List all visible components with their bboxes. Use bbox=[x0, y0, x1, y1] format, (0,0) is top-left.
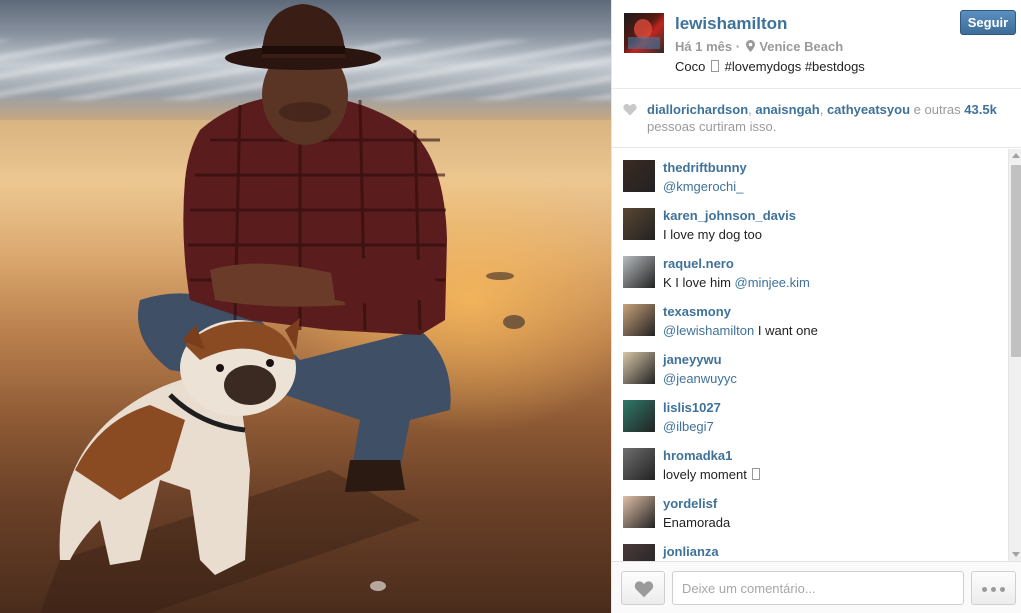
commenter-avatar[interactable] bbox=[623, 496, 655, 528]
commenter-username[interactable]: janeyywu bbox=[663, 352, 722, 367]
heart-icon bbox=[623, 103, 637, 116]
commenter-username[interactable]: yordelisf bbox=[663, 496, 717, 511]
comment-item: jonlianza bbox=[623, 535, 1003, 561]
liker-username[interactable]: cathyeatsyou bbox=[827, 102, 910, 117]
post-time[interactable]: Há 1 mês bbox=[675, 39, 732, 54]
comment-mention[interactable]: @lewishamilton bbox=[663, 323, 754, 338]
liker-username[interactable]: diallorichardson bbox=[647, 102, 748, 117]
emoji-glyph-icon bbox=[710, 60, 719, 72]
likes-text: diallorichardson, anaisngah, cathyeatsyo… bbox=[647, 101, 1015, 135]
comment-mention[interactable]: @kmgerochi_ bbox=[663, 179, 743, 194]
likes-section: diallorichardson, anaisngah, cathyeatsyo… bbox=[612, 88, 1021, 148]
comment-input[interactable] bbox=[672, 571, 964, 605]
scroll-down-arrow-icon[interactable] bbox=[1012, 552, 1020, 557]
scroll-up-arrow-icon[interactable] bbox=[1012, 153, 1020, 158]
commenter-username[interactable]: lislis1027 bbox=[663, 400, 721, 415]
comment-text: @lewishamilton I want one bbox=[663, 323, 818, 338]
post-photo[interactable] bbox=[0, 0, 611, 613]
heart-icon bbox=[634, 581, 654, 598]
commenter-username[interactable]: thedriftbunny bbox=[663, 160, 747, 175]
scrollbar-thumb[interactable] bbox=[1011, 165, 1021, 357]
ellipsis-dot bbox=[982, 587, 987, 592]
comment-text: @jeanwuyyc bbox=[663, 371, 737, 386]
author-avatar[interactable] bbox=[624, 13, 664, 53]
comment-footer bbox=[612, 561, 1021, 613]
commenter-avatar[interactable] bbox=[623, 352, 655, 384]
likes-count[interactable]: 43.5k bbox=[964, 102, 997, 117]
comment-item: raquel.nero K I love him @minjee.kim bbox=[623, 247, 1003, 295]
liker-username[interactable]: anaisngah bbox=[755, 102, 819, 117]
likes-comma: , bbox=[748, 102, 752, 117]
like-button[interactable] bbox=[621, 571, 665, 605]
post-caption: Coco #lovemydogs #bestdogs bbox=[675, 59, 865, 74]
meta-separator: · bbox=[735, 39, 741, 54]
comments-list: thedriftbunny @kmgerochi_ karen_johnson_… bbox=[612, 149, 1008, 561]
likes-and-others: e outras bbox=[913, 102, 961, 117]
comment-item: janeyywu @jeanwuyyc bbox=[623, 343, 1003, 391]
ellipsis-dot bbox=[991, 587, 996, 592]
commenter-username[interactable]: jonlianza bbox=[663, 544, 719, 559]
commenter-avatar[interactable] bbox=[623, 208, 655, 240]
comment-text: Enamorada bbox=[663, 515, 731, 530]
emoji-glyph-icon bbox=[752, 468, 761, 480]
more-options-button[interactable] bbox=[971, 571, 1016, 605]
author-username[interactable]: lewishamilton bbox=[675, 14, 787, 34]
comment-item: karen_johnson_davis I love my dog too bbox=[623, 199, 1003, 247]
commenter-avatar[interactable] bbox=[623, 400, 655, 432]
commenter-username[interactable]: karen_johnson_davis bbox=[663, 208, 796, 223]
comment-text: lovely moment bbox=[663, 467, 762, 482]
comments-scrollbar[interactable] bbox=[1008, 149, 1021, 561]
commenter-username[interactable]: texasmony bbox=[663, 304, 731, 319]
likes-suffix: pessoas curtiram isso. bbox=[647, 119, 777, 134]
follow-button[interactable]: Seguir bbox=[960, 10, 1016, 35]
commenter-username[interactable]: raquel.nero bbox=[663, 256, 734, 271]
comment-mention[interactable]: @minjee.kim bbox=[735, 275, 810, 290]
commenter-avatar[interactable] bbox=[623, 544, 655, 561]
comment-text: @kmgerochi_ bbox=[663, 179, 743, 194]
comment-text: I love my dog too bbox=[663, 227, 762, 242]
comment-item: lislis1027 @ilbegi7 bbox=[623, 391, 1003, 439]
comment-mention[interactable]: @jeanwuyyc bbox=[663, 371, 737, 386]
comment-item: hromadka1 lovely moment bbox=[623, 439, 1003, 487]
commenter-avatar[interactable] bbox=[623, 448, 655, 480]
comment-text: @ilbegi7 bbox=[663, 419, 714, 434]
likes-comma: , bbox=[819, 102, 824, 117]
commenter-avatar[interactable] bbox=[623, 304, 655, 336]
caption-text: Coco bbox=[675, 59, 706, 74]
caption-hashtags[interactable]: #lovemydogs #bestdogs bbox=[725, 59, 865, 74]
comment-mention[interactable]: @ilbegi7 bbox=[663, 419, 714, 434]
post-header: lewishamilton Há 1 mês · Venice Beach Co… bbox=[612, 0, 1021, 88]
comment-text: K I love him @minjee.kim bbox=[663, 275, 810, 290]
post-sidebar: lewishamilton Há 1 mês · Venice Beach Co… bbox=[611, 0, 1021, 613]
commenter-avatar[interactable] bbox=[623, 160, 655, 192]
post-meta: Há 1 mês · Venice Beach bbox=[675, 39, 843, 54]
ellipsis-dot bbox=[1000, 587, 1005, 592]
comment-item: thedriftbunny @kmgerochi_ bbox=[623, 151, 1003, 199]
comment-item: yordelisf Enamorada bbox=[623, 487, 1003, 535]
photo-subjects bbox=[40, 4, 525, 613]
post-location[interactable]: Venice Beach bbox=[759, 39, 843, 54]
map-pin-icon bbox=[745, 40, 755, 52]
comment-item: texasmony @lewishamilton I want one bbox=[623, 295, 1003, 343]
commenter-avatar[interactable] bbox=[623, 256, 655, 288]
commenter-username[interactable]: hromadka1 bbox=[663, 448, 732, 463]
